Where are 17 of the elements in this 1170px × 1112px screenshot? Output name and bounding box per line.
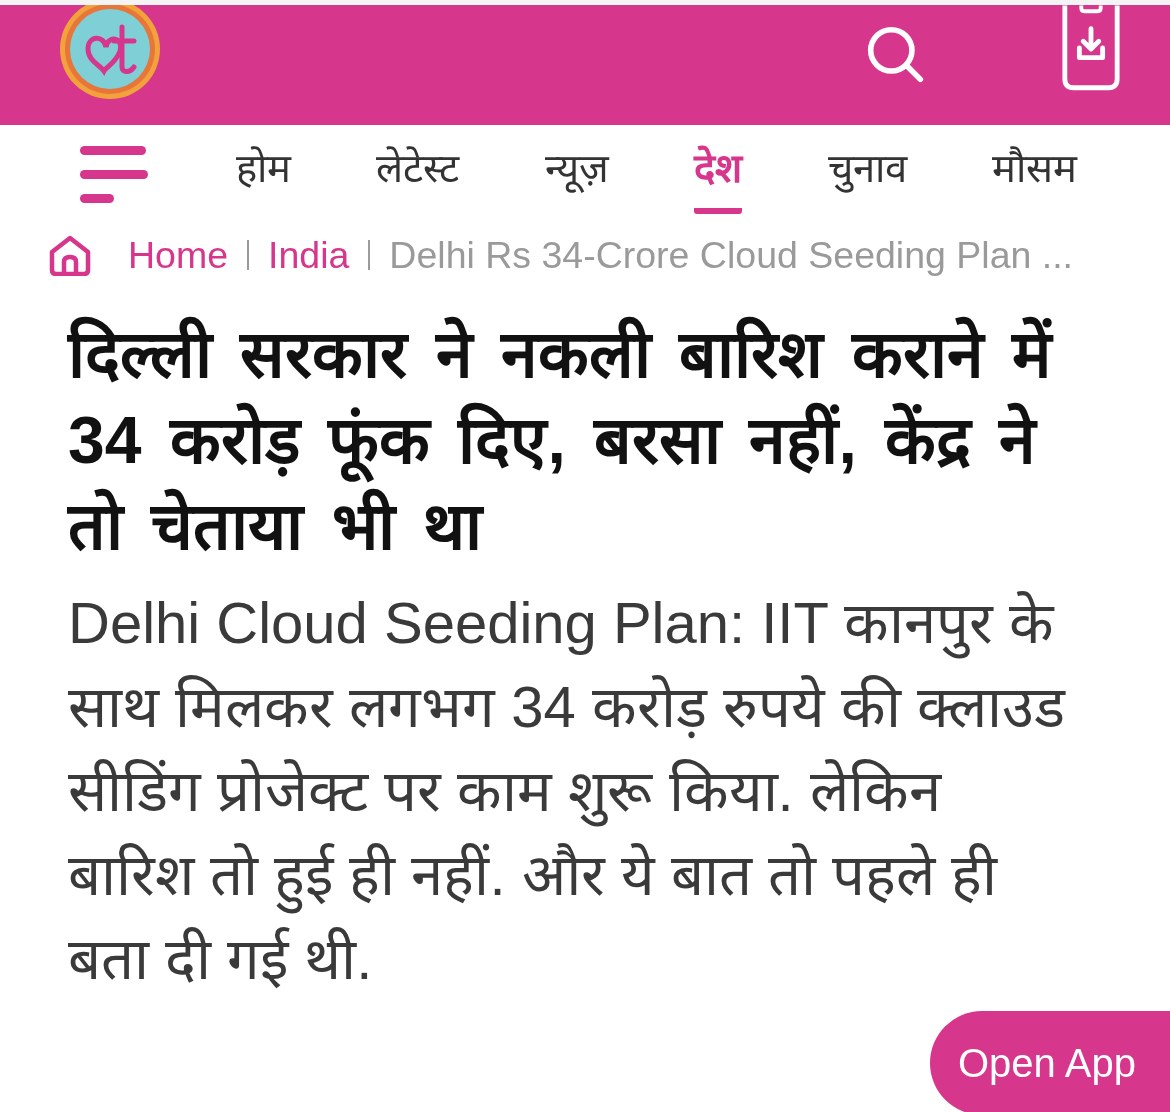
open-app-button[interactable]: Open App xyxy=(930,1011,1170,1112)
home-icon[interactable] xyxy=(48,234,92,276)
nav-tab[interactable]: देश xyxy=(694,136,743,214)
breadcrumb-link[interactable]: Home xyxy=(128,232,229,278)
article-headline: दिल्ली सरकार ने नकली बारिश कराने में 34 करोड़ फूंक दिए, बरसा नहीं, केंद्र ने तो चेताया भी था xyxy=(68,315,1055,565)
menu-icon[interactable] xyxy=(80,146,148,204)
breadcrumb-current: Delhi Rs 34-Crore Cloud Seeding Plan ... xyxy=(389,232,1074,278)
nav-tab[interactable]: मौसम xyxy=(991,136,1077,214)
nav-tab[interactable]: होम xyxy=(236,136,291,214)
nav-tab[interactable]: लेटेस्ट xyxy=(376,136,460,214)
phone-download-icon[interactable] xyxy=(1060,5,1122,91)
search-icon[interactable] xyxy=(866,25,926,85)
article-summary: Delhi Cloud Seeding Plan: IIT कानपुर के साथ मिलकर लगभग 34 करोड़ रुपये की क्लाउड सीडिंग प्रोजेक्ट पर काम शुरू किया. लेकिन बारिश तो हुई ही नहीं. और ये बात तो पहले ही बता दी गई थी. xyxy=(68,589,1067,993)
breadcrumb-link[interactable]: India xyxy=(268,232,350,278)
logo-icon[interactable] xyxy=(58,5,162,101)
nav-tab[interactable]: न्यूज़ xyxy=(544,136,609,214)
nav-tab[interactable]: चुनाव xyxy=(827,136,907,214)
